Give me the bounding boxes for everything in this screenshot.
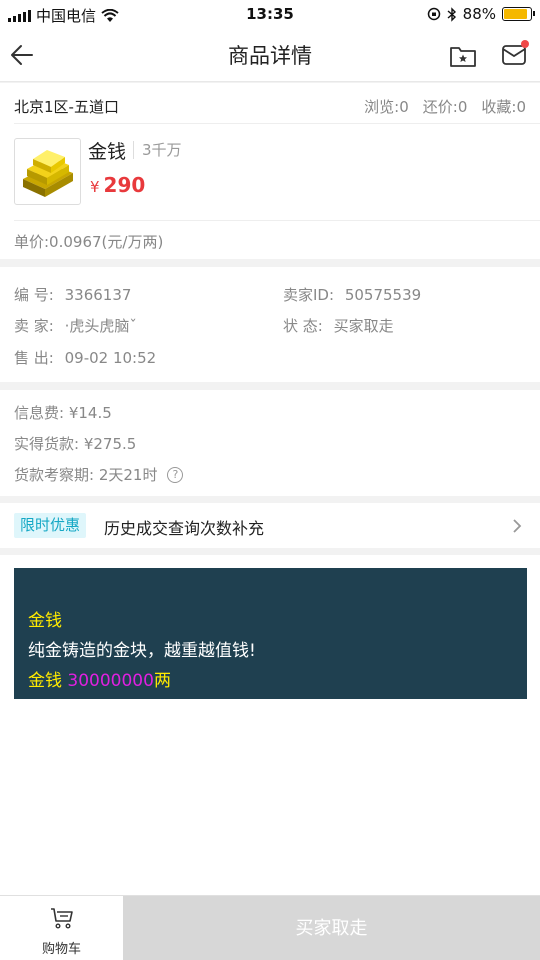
item-description: 金钱 纯金铸造的金块，越重越值钱! 金钱 30000000两 (14, 568, 527, 699)
seller-id-label: 卖家ID: (283, 286, 335, 304)
nav-bar: 商品详情 (0, 30, 540, 82)
description-amount: 金钱 30000000两 (28, 666, 513, 696)
battery-percent: 88% (462, 5, 496, 23)
promo-row[interactable]: 限时优惠 历史成交查询次数补充 (0, 503, 540, 548)
inspection-period-text: 货款考察期: 2天21时 (14, 466, 158, 484)
product-quantity: 3千万 (133, 141, 182, 159)
currency-symbol: ¥ (90, 178, 100, 196)
help-icon[interactable]: ? (167, 466, 184, 483)
order-number-value: 3366137 (64, 286, 132, 304)
description-amount-unit: 两 (153, 671, 171, 691)
seller-id: 卖家ID: 50575539 (283, 284, 421, 305)
cart-button[interactable]: 购物车 (0, 896, 123, 960)
seller-value: ·虎头虎脑ˇ (64, 317, 137, 335)
view-count: 浏览:0 (364, 98, 409, 116)
bargain-count: 还价:0 (422, 98, 468, 116)
cart-label: 购物车 (41, 942, 81, 957)
divider (14, 123, 540, 124)
description-amount-name: 金钱 (28, 671, 68, 691)
sold-time-label: 售 出: (14, 349, 54, 367)
unit-price: 单价:0.0967(元/万两) (14, 233, 164, 251)
promo-badge: 限时优惠 (14, 513, 87, 538)
seller: 卖 家: ·虎头虎脑ˇ (14, 315, 137, 336)
divider (14, 220, 540, 221)
notification-dot (521, 40, 529, 48)
price-value: 290 (103, 173, 146, 197)
shopping-cart-icon (51, 908, 73, 929)
product-price: ¥290 (90, 173, 145, 197)
seller-id-value: 50575539 (344, 286, 422, 304)
bluetooth-icon (447, 6, 456, 22)
listing-summary: 北京1区-五道口 浏览:0 还价:0 收藏:0 金钱 3千万 ¥290 单价:0… (0, 83, 540, 259)
gold-bars-icon (23, 150, 73, 197)
received-payment: 实得货款: ¥275.5 (14, 435, 137, 453)
inspection-period: 货款考察期: 2天21时 ? (14, 464, 184, 485)
order-status-label: 状 态: (283, 317, 323, 335)
order-number: 编 号: 3366137 (14, 284, 131, 305)
bottom-bar: 购物车 买家取走 (0, 895, 540, 960)
seller-label: 卖 家: (14, 317, 54, 335)
product-name: 金钱 (88, 141, 127, 163)
order-details: 编 号: 3366137 卖 家: ·虎头虎脑ˇ 售 出: 09-02 10:5… (0, 267, 540, 382)
info-fee: 信息费: ¥14.5 (14, 404, 112, 422)
description-amount-number: 30000000 (67, 671, 154, 691)
listing-stats: 浏览:0 还价:0 收藏:0 (364, 96, 526, 117)
product-thumbnail[interactable] (14, 138, 81, 205)
fee-details: 信息费: ¥14.5 实得货款: ¥275.5 货款考察期: 2天21时 ? (0, 390, 540, 496)
order-status: 状 态: 买家取走 (283, 315, 394, 336)
buyer-pickup-button[interactable]: 买家取走 (123, 896, 540, 960)
description-text: 纯金铸造的金块，越重越值钱! (28, 641, 256, 661)
order-status-value: 买家取走 (333, 317, 394, 335)
sold-time: 售 出: 09-02 10:52 (14, 347, 156, 368)
battery-icon (502, 7, 535, 21)
sold-time-value: 09-02 10:52 (64, 349, 157, 367)
description-title: 金钱 (28, 611, 62, 631)
chevron-right-icon (513, 519, 522, 533)
promo-label: 历史成交查询次数补充 (104, 519, 265, 538)
description-section: 金钱 纯金铸造的金块，越重越值钱! 金钱 30000000两 (0, 555, 540, 895)
favorite-folder-icon[interactable] (449, 42, 477, 70)
orientation-lock-icon (427, 7, 440, 21)
status-bar: 中国电信 13:35 88% (0, 0, 540, 30)
order-number-label: 编 号: (14, 286, 54, 304)
favorite-count: 收藏:0 (481, 98, 526, 116)
server-region: 北京1区-五道口 (14, 98, 119, 116)
